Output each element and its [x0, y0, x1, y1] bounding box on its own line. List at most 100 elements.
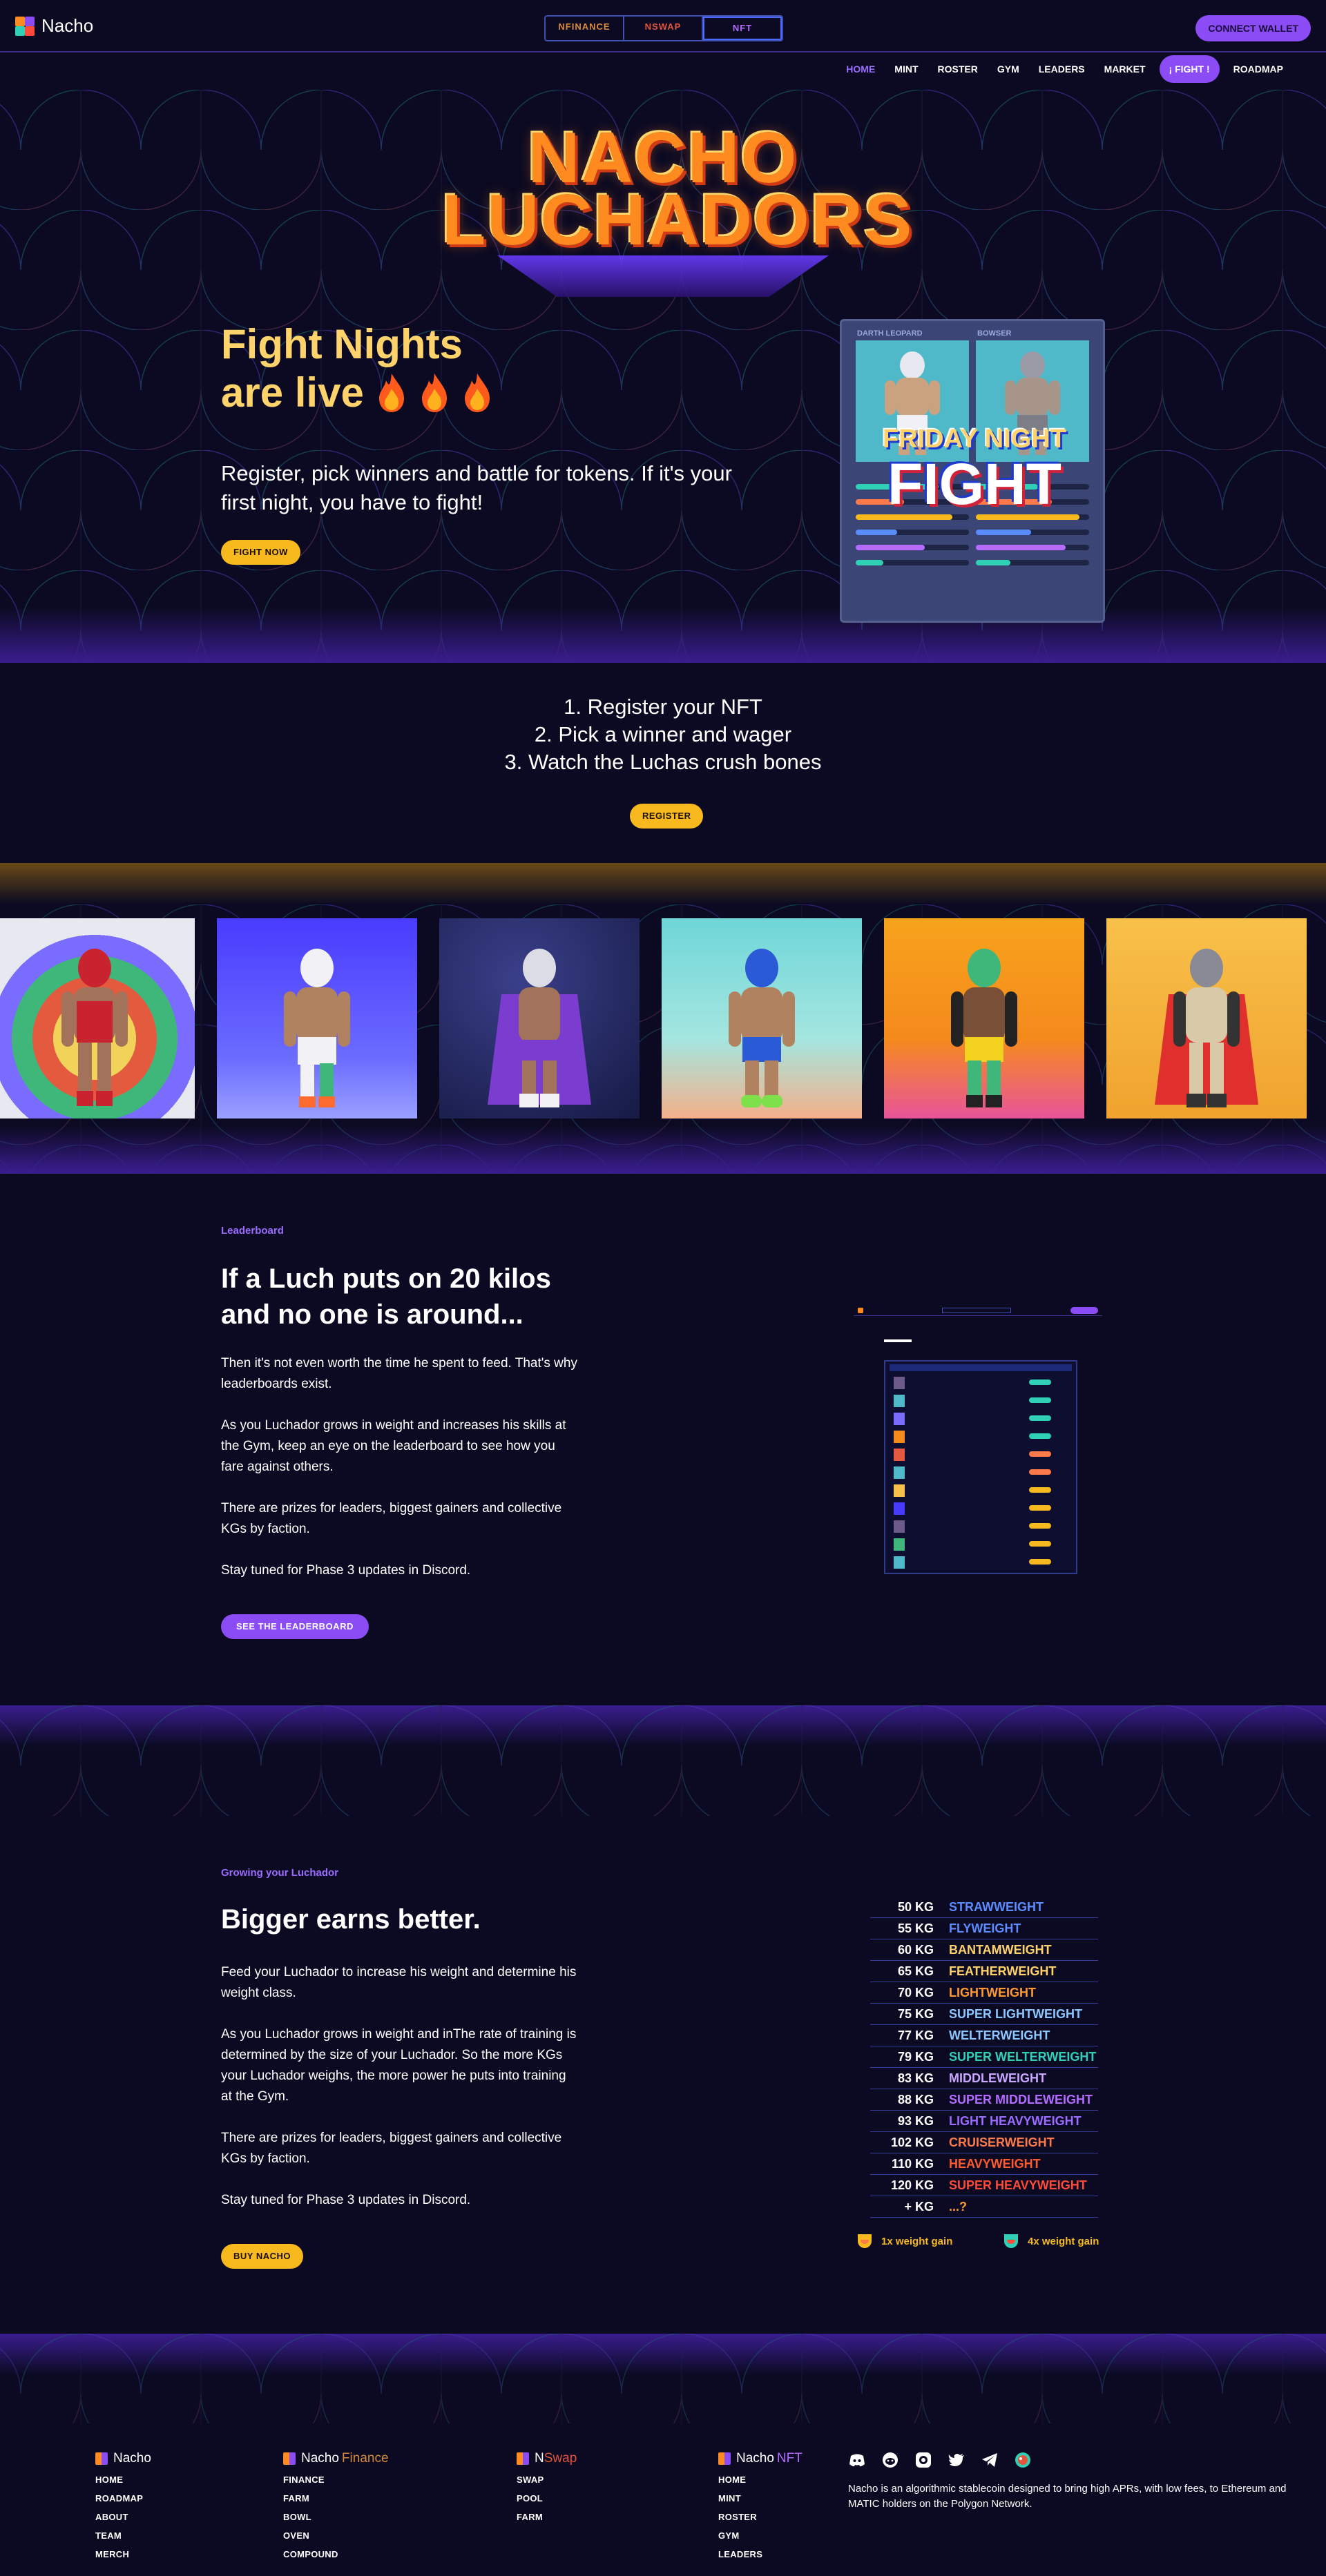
weight-class-row: 60 KG BANTAMWEIGHT — [870, 1940, 1098, 1961]
weight-class-kg: 120 KG — [890, 2178, 934, 2192]
weight-class-kg: 88 KG — [897, 2093, 934, 2107]
nav-roster[interactable]: ROSTER — [928, 55, 988, 83]
gallery-bottom-glow — [0, 1125, 1326, 1174]
footer-col-nacho: Nacho HOME ROADMAP ABOUT TEAM MERCH — [95, 2451, 151, 2559]
telegram-icon[interactable] — [981, 2451, 999, 2469]
weight-class-row: 50 KG STRAWWEIGHT — [870, 1897, 1098, 1918]
gain-4x: 4x weight gain — [1003, 2233, 1099, 2252]
weight-class-kg: 77 KG — [897, 2028, 934, 2042]
nacho-logo-icon — [15, 16, 35, 36]
weight-class-name: LIGHT HEAVYWEIGHT — [949, 2114, 1082, 2128]
footer-col-nft: Nacho NFT HOME MINT ROSTER GYM LEADERS — [718, 2451, 803, 2559]
footer-link[interactable]: HOME — [95, 2475, 151, 2485]
growing-paragraph-3: There are prizes for leaders, biggest ga… — [221, 2131, 562, 2166]
footer-brand-nft[interactable]: Nacho NFT — [718, 2451, 803, 2466]
twitter-icon[interactable] — [948, 2451, 965, 2469]
footer-brand-swap[interactable]: N Swap — [517, 2451, 577, 2466]
footer-brand-accent: Swap — [544, 2451, 577, 2466]
see-leaderboard-button[interactable]: SEE THE LEADERBOARD — [221, 1614, 369, 1639]
growing-eyebrow: Growing your Luchador — [221, 1867, 339, 1879]
gallery-tile-5[interactable] — [884, 918, 1084, 1118]
weight-class-row: 110 KG HEAVYWEIGHT — [870, 2154, 1098, 2175]
weight-class-row: 120 KG SUPER HEAVYWEIGHT — [870, 2176, 1098, 2196]
github-icon[interactable] — [914, 2451, 932, 2469]
growing-heading: Bigger earns better. — [221, 1904, 481, 1935]
luchador-figure-icon — [284, 949, 350, 1107]
leaderboard-paragraph-4: Stay tuned for Phase 3 updates in Discor… — [221, 1563, 471, 1578]
weight-class-name: HEAVYWEIGHT — [949, 2157, 1041, 2171]
banner-line-2: FIGHT — [887, 452, 1061, 516]
footer-link[interactable]: SWAP — [517, 2475, 577, 2485]
footer-link[interactable]: LEADERS — [718, 2549, 803, 2559]
reddit-icon[interactable] — [881, 2451, 899, 2469]
growing-paragraph-1: Feed your Luchador to increase his weigh… — [221, 1965, 577, 2000]
fighter-left-name: DARTH LEOPARD — [857, 329, 923, 338]
coingecko-icon[interactable] — [1014, 2451, 1032, 2469]
luchador-figure-icon — [1155, 949, 1258, 1107]
fight-now-button[interactable]: FIGHT NOW — [221, 540, 300, 565]
weight-class-name: STRAWWEIGHT — [949, 1900, 1044, 1914]
weight-class-name: SUPER WELTERWEIGHT — [949, 2050, 1097, 2064]
footer-link[interactable]: HOME — [718, 2475, 803, 2485]
nav-fight[interactable]: ¡ FIGHT ! — [1159, 55, 1220, 83]
weight-class-name: CRUISERWEIGHT — [949, 2136, 1055, 2149]
footer-link[interactable]: MINT — [718, 2493, 803, 2504]
hero-section: NACHO LUCHADORS Fight Nights are live Re… — [0, 90, 1326, 663]
nav-mint[interactable]: MINT — [885, 55, 928, 83]
nav-gym[interactable]: GYM — [988, 55, 1029, 83]
register-button[interactable]: REGISTER — [630, 804, 704, 829]
footer-brand-finance[interactable]: Nacho Finance — [283, 2451, 389, 2466]
gallery-tile-6[interactable] — [1106, 918, 1307, 1118]
footer-link[interactable]: FARM — [517, 2512, 577, 2522]
footer-link[interactable]: GYM — [718, 2530, 803, 2541]
gallery-top-glow — [0, 863, 1326, 904]
weight-class-name: SUPER MIDDLEWEIGHT — [949, 2093, 1093, 2107]
hero-subtitle: Register, pick winners and battle for to… — [221, 461, 732, 514]
footer-link[interactable]: ROADMAP — [95, 2493, 151, 2504]
footer-link[interactable]: ROSTER — [718, 2512, 803, 2522]
gain-4x-label: 4x weight gain — [1028, 2235, 1099, 2247]
gallery-tile-3[interactable] — [439, 918, 640, 1118]
weight-class-row: 70 KG LIGHTWEIGHT — [870, 1983, 1098, 2004]
growing-paragraph-4: Stay tuned for Phase 3 updates in Discor… — [221, 2193, 471, 2207]
growing-paragraph-2: As you Luchador grows in weight and inTh… — [221, 2027, 577, 2104]
buy-nacho-button[interactable]: BUY NACHO — [221, 2244, 303, 2269]
weight-class-row: 102 KG CRUISERWEIGHT — [870, 2133, 1098, 2153]
leaderboard-paragraph-3: There are prizes for leaders, biggest ga… — [221, 1501, 562, 1536]
footer-link[interactable]: FARM — [283, 2493, 389, 2504]
footer-link[interactable]: ABOUT — [95, 2512, 151, 2522]
footer-link[interactable]: TEAM — [95, 2530, 151, 2541]
footer-brand-name: Nacho — [736, 2451, 774, 2466]
weight-class-name: WELTERWEIGHT — [949, 2028, 1050, 2042]
footer-link[interactable]: FINANCE — [283, 2475, 389, 2485]
weight-gain-4x-icon — [1004, 2234, 1018, 2248]
footer-link[interactable]: OVEN — [283, 2530, 389, 2541]
connect-wallet-button[interactable]: CONNECT WALLET — [1195, 15, 1311, 41]
footer-brand-nacho[interactable]: Nacho — [95, 2451, 151, 2466]
footer-link[interactable]: BOWL — [283, 2512, 389, 2522]
steps-section: 1. Register your NFT 2. Pick a winner an… — [0, 663, 1326, 863]
footer-link[interactable]: POOL — [517, 2493, 577, 2504]
weight-class-name: ...? — [949, 2200, 967, 2214]
gallery-tile-2[interactable] — [217, 918, 417, 1118]
footer-link[interactable]: COMPOUND — [283, 2549, 389, 2559]
gallery-tile-1[interactable] — [0, 918, 195, 1118]
footer-link[interactable]: MERCH — [95, 2549, 151, 2559]
leaderboard-eyebrow: Leaderboard — [221, 1225, 284, 1237]
brand-logo[interactable]: Nacho — [15, 15, 93, 37]
weight-class-name: FLYWEIGHT — [949, 1921, 1021, 1935]
nav-home[interactable]: HOME — [836, 55, 885, 83]
title-base-shape — [497, 255, 829, 297]
product-finance-tab[interactable]: NFINANCE — [546, 17, 624, 40]
fire-icon — [464, 374, 490, 412]
product-swap-tab[interactable]: NSWAP — [624, 17, 703, 40]
nav-leaders[interactable]: LEADERS — [1029, 55, 1095, 83]
gallery-tile-4[interactable] — [662, 918, 862, 1118]
nav-market[interactable]: MARKET — [1095, 55, 1155, 83]
nav-roadmap[interactable]: ROADMAP — [1224, 55, 1293, 83]
product-nft-tab[interactable]: NFT — [703, 17, 782, 40]
fight-card: DARTH LEOPARD BOWSER FRIDAY NIGHT FIGHT — [840, 319, 1105, 623]
hero-heading-line-2: are live — [221, 369, 364, 416]
luchador-figure-icon — [488, 949, 591, 1107]
discord-icon[interactable] — [848, 2451, 866, 2469]
